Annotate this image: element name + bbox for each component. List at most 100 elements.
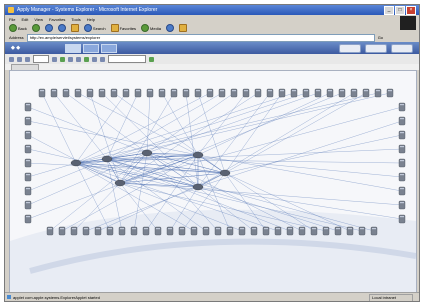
router-node-icon[interactable] <box>141 149 153 157</box>
router-node-icon[interactable] <box>219 169 231 177</box>
server-node-icon-panel <box>160 90 164 92</box>
back-button[interactable]: Back <box>9 24 27 32</box>
menu-view[interactable]: View <box>34 17 43 22</box>
router-node-icon[interactable] <box>192 183 204 191</box>
go-button[interactable]: Go <box>378 35 383 40</box>
server-node-icon-panel <box>196 90 200 92</box>
history-button[interactable] <box>165 24 174 32</box>
server-node-icon-panel <box>252 228 256 230</box>
topology-canvas[interactable] <box>9 70 417 294</box>
server-node-icon-panel <box>26 174 30 176</box>
maximize-button[interactable]: □ <box>395 6 405 15</box>
server-node-icon-panel <box>376 90 380 92</box>
browser-toolbar: Back Search Favorites Media <box>5 23 419 33</box>
map-search-input[interactable] <box>108 55 146 63</box>
app-tab-3[interactable] <box>101 44 117 53</box>
network-link <box>146 92 319 154</box>
router-node-icon[interactable] <box>101 155 113 163</box>
stop-icon <box>44 24 53 32</box>
media-button[interactable]: Media <box>141 24 161 32</box>
server-node-icon-panel <box>312 228 316 230</box>
print-icon[interactable] <box>76 56 81 62</box>
stop-button[interactable] <box>44 24 53 32</box>
refresh-button[interactable] <box>57 24 66 32</box>
app-logo: ◆ ◆ <box>11 45 21 51</box>
server-node-icon-panel <box>88 90 92 92</box>
network-link <box>41 92 77 164</box>
background-swoosh <box>10 209 416 293</box>
search-button[interactable]: Search <box>83 24 106 32</box>
server-node-icon-panel <box>120 228 124 230</box>
server-node-icon-panel <box>26 118 30 120</box>
properties-icon[interactable] <box>92 56 97 62</box>
server-node-icon-panel <box>364 90 368 92</box>
find-icon[interactable] <box>149 56 154 62</box>
server-node-icon-panel <box>220 90 224 92</box>
layout-icon[interactable] <box>60 56 65 62</box>
server-node-icon-panel <box>256 90 260 92</box>
forward-button[interactable] <box>31 24 40 32</box>
zoom-in-icon[interactable] <box>25 56 30 62</box>
server-node-icon-panel <box>72 228 76 230</box>
server-node-icon-panel <box>204 228 208 230</box>
refresh-map-icon[interactable] <box>68 56 73 62</box>
pan-tool-icon[interactable] <box>17 56 22 62</box>
address-input[interactable]: http://ex.ample/servlet/systems/explorer <box>26 33 375 42</box>
network-topology-map[interactable] <box>10 71 416 293</box>
server-node-icon-panel <box>228 228 232 230</box>
status-text: applet com.apple.systems.ExplorerApplet … <box>13 295 100 300</box>
zoom-out-icon[interactable] <box>52 56 57 62</box>
server-node-icon-panel <box>280 90 284 92</box>
menu-favorites[interactable]: Favorites <box>49 17 65 22</box>
network-link <box>106 92 223 160</box>
router-node-icon[interactable] <box>192 151 204 159</box>
filter-icon[interactable] <box>100 56 105 62</box>
app-tab-2[interactable] <box>83 44 99 53</box>
favorites-label: Favorites <box>119 25 137 31</box>
server-node-icon-panel <box>400 216 404 218</box>
close-button[interactable]: × <box>406 6 416 15</box>
header-button-3[interactable] <box>391 44 413 53</box>
server-node-icon-panel <box>26 104 30 106</box>
server-node-icon-panel <box>26 160 30 162</box>
router-node-icon[interactable] <box>114 179 126 187</box>
export-icon[interactable] <box>84 56 89 62</box>
menu-file[interactable]: File <box>9 17 15 22</box>
server-node-icon-panel <box>388 90 392 92</box>
server-node-icon-panel <box>184 90 188 92</box>
server-node-icon-panel <box>180 228 184 230</box>
server-node-icon-panel <box>400 118 404 120</box>
server-node-icon-panel <box>276 228 280 230</box>
network-link <box>197 92 247 156</box>
server-node-icon-panel <box>360 228 364 230</box>
zoom-field[interactable] <box>33 55 49 63</box>
home-button[interactable] <box>70 24 79 32</box>
mail-button[interactable] <box>178 24 187 32</box>
window-title: Apply Manager - Systems Explorer - Micro… <box>17 7 158 13</box>
menu-bar: File Edit View Favorites Tools Help <box>5 15 419 23</box>
server-node-icon-panel <box>108 228 112 230</box>
router-node-icon[interactable] <box>70 159 82 167</box>
server-node-icon-panel <box>232 90 236 92</box>
server-node-icon-panel <box>26 132 30 134</box>
app-tab-1[interactable] <box>65 44 81 53</box>
server-node-icon-panel <box>400 188 404 190</box>
server-node-icon-panel <box>208 90 212 92</box>
server-node-icon-panel <box>132 228 136 230</box>
server-node-icon-panel <box>60 228 64 230</box>
select-tool-icon[interactable] <box>9 56 14 62</box>
network-link <box>197 92 331 156</box>
server-node-icon-panel <box>40 90 44 92</box>
header-button-1[interactable] <box>339 44 361 53</box>
favorites-button[interactable]: Favorites <box>110 24 137 32</box>
menu-tools[interactable]: Tools <box>71 17 80 22</box>
header-button-2[interactable] <box>365 44 387 53</box>
media-icon <box>141 24 150 32</box>
server-node-icon-panel <box>76 90 80 92</box>
minimize-button[interactable]: _ <box>384 6 394 15</box>
back-arrow-icon <box>9 24 17 32</box>
media-label: Media <box>150 25 161 31</box>
menu-help[interactable]: Help <box>87 17 95 22</box>
menu-edit[interactable]: Edit <box>21 17 28 22</box>
browser-icon <box>8 7 14 13</box>
